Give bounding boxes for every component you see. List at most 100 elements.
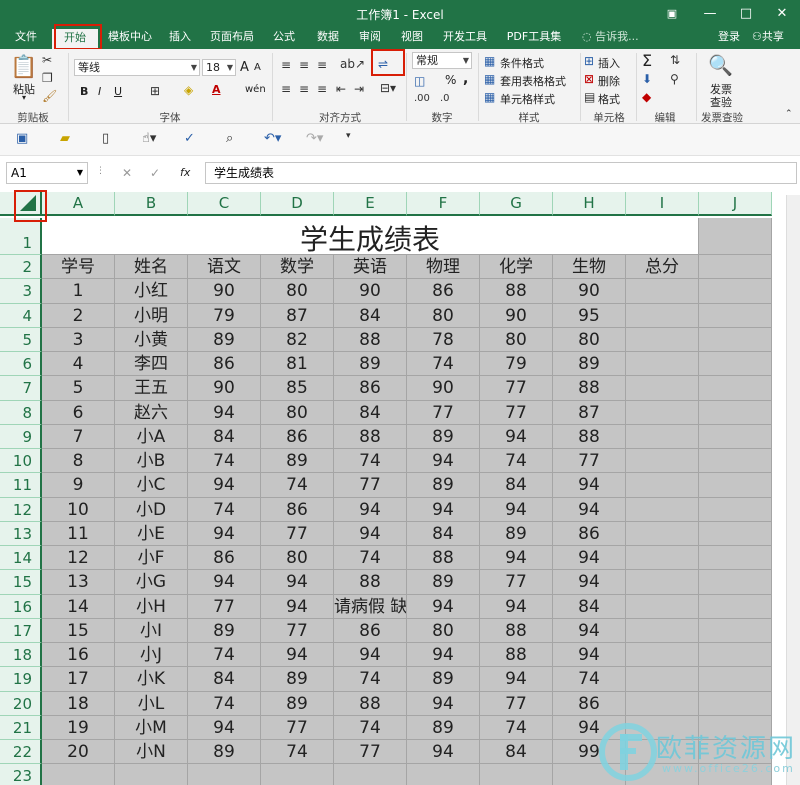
font-name-combo[interactable]: 等线 ▼ bbox=[74, 59, 200, 76]
conditional-format-button[interactable]: 条件格式 bbox=[500, 55, 544, 71]
align-middle-icon[interactable]: ≡ bbox=[299, 58, 309, 72]
data-cell[interactable]: 89 bbox=[261, 691, 334, 716]
data-cell[interactable]: 94 bbox=[480, 497, 553, 522]
data-cell[interactable] bbox=[699, 424, 772, 449]
comma-button[interactable]: , bbox=[463, 71, 468, 87]
data-cell[interactable]: 16 bbox=[42, 643, 115, 668]
data-cell[interactable]: 89 bbox=[188, 327, 261, 352]
data-cell[interactable]: 74 bbox=[261, 473, 334, 498]
row-header-13[interactable]: 13 bbox=[0, 521, 42, 546]
data-cell[interactable]: 89 bbox=[407, 424, 480, 449]
header-cell-a[interactable]: 学号 bbox=[42, 255, 115, 280]
data-cell[interactable]: 94 bbox=[334, 497, 407, 522]
data-cell[interactable]: 80 bbox=[407, 303, 480, 328]
data-cell[interactable]: 小F bbox=[115, 546, 188, 571]
data-cell[interactable]: 13 bbox=[42, 570, 115, 595]
increase-indent-icon[interactable]: ⇥ bbox=[354, 82, 364, 96]
touch-mode-icon[interactable]: ☝▾ bbox=[142, 131, 156, 146]
merge-center-icon[interactable]: ⊟▾ bbox=[380, 81, 396, 95]
data-cell[interactable] bbox=[626, 643, 699, 668]
data-cell[interactable] bbox=[626, 521, 699, 546]
row-header-14[interactable]: 14 bbox=[0, 546, 42, 571]
data-cell[interactable]: 84 bbox=[334, 400, 407, 425]
data-cell[interactable]: 小B bbox=[115, 449, 188, 474]
data-cell[interactable] bbox=[699, 570, 772, 595]
data-cell[interactable]: 94 bbox=[553, 546, 626, 571]
data-cell[interactable]: 74 bbox=[553, 667, 626, 692]
enter-entry-button[interactable]: ✓ bbox=[150, 166, 160, 180]
header-cell-g[interactable]: 化学 bbox=[480, 255, 553, 280]
data-cell[interactable] bbox=[699, 546, 772, 571]
accounting-format-icon[interactable]: ◫ bbox=[414, 74, 425, 88]
header-cell-j[interactable] bbox=[699, 255, 772, 280]
data-cell[interactable]: 小明 bbox=[115, 303, 188, 328]
data-cell[interactable] bbox=[626, 327, 699, 352]
data-cell[interactable]: 15 bbox=[42, 618, 115, 643]
data-cell[interactable] bbox=[626, 449, 699, 474]
data-cell[interactable] bbox=[626, 376, 699, 401]
data-cell[interactable]: 14 bbox=[42, 594, 115, 619]
decrease-decimal-icon[interactable]: .0 bbox=[440, 93, 450, 104]
row-header-22[interactable]: 22 bbox=[0, 740, 42, 765]
data-cell[interactable]: 小C bbox=[115, 473, 188, 498]
data-cell[interactable]: 88 bbox=[553, 376, 626, 401]
data-cell[interactable]: 77 bbox=[261, 715, 334, 740]
data-cell[interactable]: 94 bbox=[407, 497, 480, 522]
data-cell[interactable]: 李四 bbox=[115, 352, 188, 377]
data-cell[interactable] bbox=[626, 691, 699, 716]
data-cell[interactable]: 6 bbox=[42, 400, 115, 425]
row-header-11[interactable]: 11 bbox=[0, 473, 42, 498]
cut-icon[interactable]: ✂ bbox=[42, 53, 52, 67]
data-cell[interactable]: 77 bbox=[480, 570, 553, 595]
print-preview-icon[interactable]: ⌕ bbox=[226, 131, 233, 146]
data-cell[interactable]: 1 bbox=[42, 279, 115, 304]
column-header-b[interactable]: B bbox=[115, 192, 188, 216]
invoice-check-icon[interactable]: 🔍 bbox=[708, 53, 733, 77]
border-icon[interactable]: ⊞ bbox=[150, 84, 160, 98]
delete-cells-icon[interactable]: ⊠ bbox=[584, 72, 594, 86]
format-cells-button[interactable]: 格式 bbox=[598, 91, 620, 107]
data-cell[interactable]: 11 bbox=[42, 521, 115, 546]
data-cell[interactable]: 小N bbox=[115, 740, 188, 765]
data-cell[interactable] bbox=[626, 400, 699, 425]
data-cell[interactable]: 94 bbox=[261, 570, 334, 595]
data-cell[interactable]: 89 bbox=[334, 352, 407, 377]
data-cell[interactable]: 74 bbox=[480, 715, 553, 740]
tab-pdf-tools[interactable]: PDF工具集 bbox=[502, 27, 566, 49]
data-cell[interactable]: 94 bbox=[480, 546, 553, 571]
data-cell[interactable]: 94 bbox=[407, 449, 480, 474]
data-cell[interactable]: 3 bbox=[42, 327, 115, 352]
percent-button[interactable]: % bbox=[445, 73, 456, 87]
data-cell[interactable]: 86 bbox=[261, 497, 334, 522]
row-header-3[interactable]: 3 bbox=[0, 279, 42, 304]
data-cell[interactable] bbox=[626, 424, 699, 449]
data-cell[interactable]: 74 bbox=[480, 449, 553, 474]
data-cell[interactable] bbox=[699, 400, 772, 425]
paste-dropdown-icon[interactable]: ▾ bbox=[22, 93, 26, 102]
data-cell[interactable]: 94 bbox=[480, 424, 553, 449]
header-cell-b[interactable]: 姓名 bbox=[115, 255, 188, 280]
data-cell[interactable]: 小红 bbox=[115, 279, 188, 304]
tab-developer[interactable]: 开发工具 bbox=[436, 27, 494, 49]
table-format-icon[interactable]: ▦ bbox=[484, 72, 495, 86]
autosum-button[interactable]: Σ bbox=[642, 51, 652, 70]
data-cell[interactable]: 88 bbox=[480, 618, 553, 643]
paste-icon[interactable]: 📋 bbox=[10, 55, 37, 80]
data-cell[interactable]: 94 bbox=[553, 473, 626, 498]
empty-cell[interactable] bbox=[480, 764, 553, 785]
data-cell[interactable]: 90 bbox=[407, 376, 480, 401]
data-cell[interactable]: 77 bbox=[480, 691, 553, 716]
splitter-dots-icon[interactable]: ⋮ bbox=[96, 166, 105, 176]
data-cell[interactable]: 小A bbox=[115, 424, 188, 449]
data-cell[interactable]: 4 bbox=[42, 352, 115, 377]
data-cell[interactable]: 94 bbox=[480, 667, 553, 692]
data-cell[interactable]: 89 bbox=[188, 618, 261, 643]
data-cell[interactable] bbox=[699, 497, 772, 522]
data-cell[interactable]: 95 bbox=[553, 303, 626, 328]
fill-down-icon[interactable]: ⬇ bbox=[642, 72, 652, 86]
align-center-icon[interactable]: ≡ bbox=[299, 82, 309, 96]
data-cell[interactable]: 84 bbox=[188, 424, 261, 449]
data-cell[interactable]: 85 bbox=[261, 376, 334, 401]
tab-view[interactable]: 视图 bbox=[394, 27, 430, 49]
data-cell[interactable] bbox=[626, 570, 699, 595]
